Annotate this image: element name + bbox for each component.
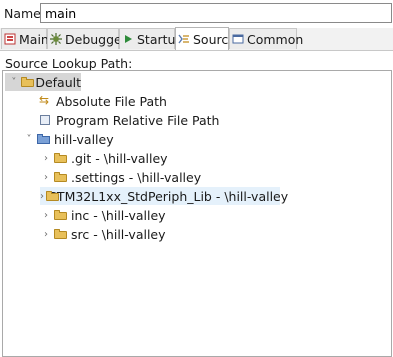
source-icon [178,33,190,45]
tree-item-settings[interactable]: › .settings - \hill-valley [40,168,201,186]
debugger-icon [50,33,62,45]
tree-item-inc[interactable]: › inc - \hill-valley [40,206,166,224]
expand-chevron-icon[interactable]: ˅ [23,133,35,145]
collapse-chevron-icon[interactable]: › [40,209,52,221]
common-icon [232,33,244,45]
folder-icon [54,171,68,183]
tab-bar: Main Debugger Startup Source Common [0,27,393,51]
tree-item-label: Default [35,74,81,90]
tree-item-label: .settings - \hill-valley [71,169,202,185]
tree-item-label: hill-valley [54,131,114,147]
collapse-chevron-icon[interactable]: › [40,190,44,202]
tree-item-label: Program Relative File Path [56,112,220,128]
tab-startup[interactable]: Startup [119,28,183,49]
main-icon [4,33,16,45]
tab-main-label: Main [19,31,49,47]
project-folder-icon [37,133,51,145]
folder-icon [54,209,68,221]
tree-item-label: inc - \hill-valley [71,207,166,223]
name-row: Name: [0,0,393,26]
tab-common-label: Common [247,31,304,47]
tree-item-src[interactable]: › src - \hill-valley [40,225,166,243]
tree-item-program-relative-file-path[interactable]: Program Relative File Path [39,111,219,129]
default-folder-icon [20,76,35,88]
tree-item-default[interactable]: ˅ Default [5,73,81,91]
tree-item-git[interactable]: › .git - \hill-valley [40,149,168,167]
collapse-chevron-icon[interactable]: › [40,171,52,183]
tree-item-absolute-file-path[interactable]: Absolute File Path [39,92,167,110]
tree-item-hill-valley[interactable]: ˅ hill-valley [23,130,114,148]
startup-icon [122,33,134,45]
name-input[interactable] [40,3,392,23]
tab-debugger[interactable]: Debugger [47,28,127,49]
tab-source[interactable]: Source [175,27,236,50]
folder-icon [54,228,68,240]
collapse-chevron-icon[interactable]: › [40,152,52,164]
absolute-path-icon [39,93,53,107]
folder-icon [54,152,68,164]
source-lookup-label: Source Lookup Path: [5,56,133,71]
tab-common[interactable]: Common [229,28,303,49]
expand-chevron-icon[interactable]: ˅ [9,76,19,88]
tree-item-label: STM32L1xx_StdPeriph_Lib - \hill-valley [49,188,289,204]
tree-item-label: Absolute File Path [56,93,167,109]
name-label: Name: [4,6,46,21]
tree-item-label: src - \hill-valley [71,226,166,242]
source-lookup-tree[interactable]: ˅ Default Absolute File Path Program Rel… [2,70,392,357]
relative-path-icon [39,114,53,126]
tree-item-stm32l1xx-stdperiph-lib[interactable]: › STM32L1xx_StdPeriph_Lib - \hill-valley [40,187,288,205]
tree-item-label: .git - \hill-valley [71,150,168,166]
tab-debugger-label: Debugger [65,31,127,47]
collapse-chevron-icon[interactable]: › [40,228,52,240]
tab-main[interactable]: Main [1,28,49,49]
